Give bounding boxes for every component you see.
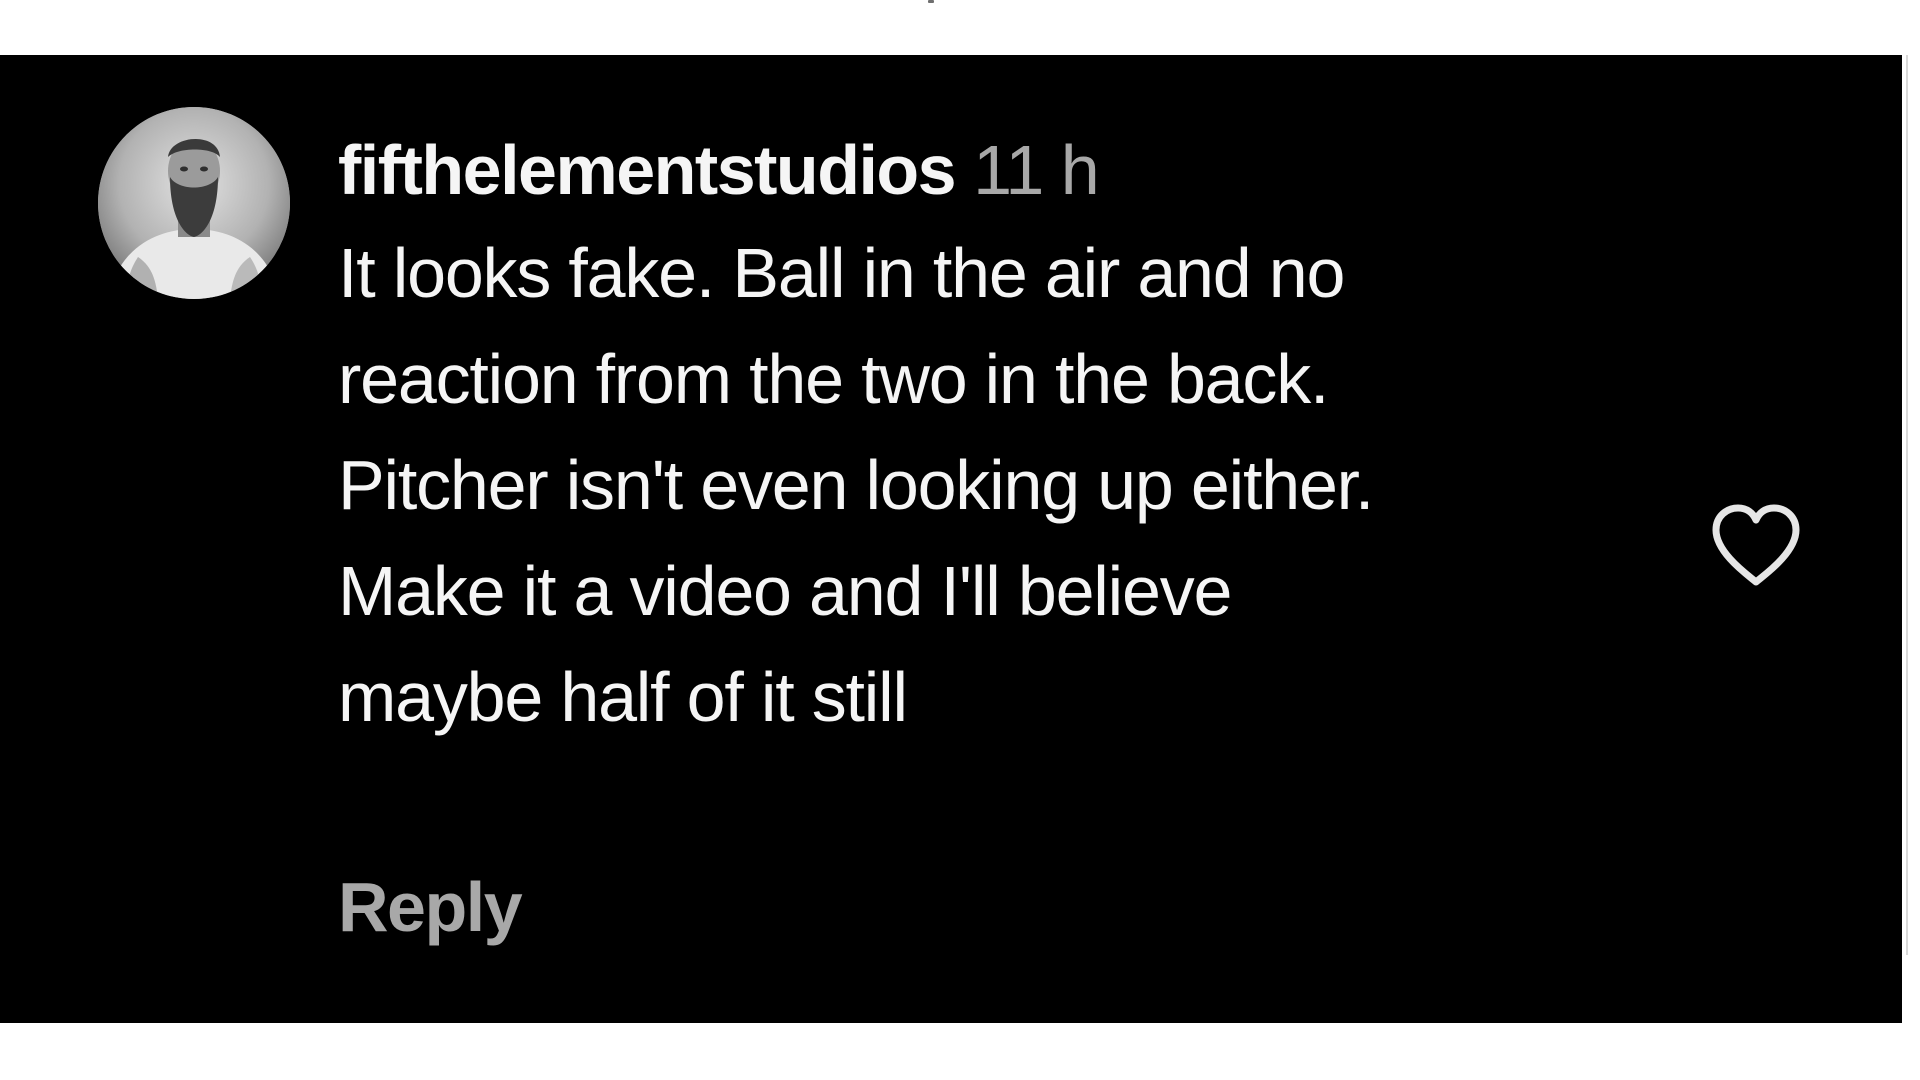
avatar-portrait-image	[98, 107, 290, 299]
scrollbar-line	[1906, 55, 1908, 955]
avatar[interactable]	[98, 107, 290, 299]
like-button[interactable]	[1708, 502, 1804, 590]
comment-text-line: reaction from the two in the back.	[338, 340, 1329, 418]
comment-header: fifthelementstudios 11 h	[338, 120, 1668, 220]
reply-button[interactable]: Reply	[338, 862, 523, 952]
heart-outline-icon	[1712, 504, 1800, 586]
top-edge-mark	[928, 0, 934, 3]
comment-text-line: maybe half of it still	[338, 658, 908, 736]
comment-timestamp: 11 h	[973, 131, 1100, 209]
comment-text-line: It looks fake. Ball in the air and no	[338, 234, 1345, 312]
comment-content: fifthelementstudios 11 h It looks fake. B…	[338, 120, 1668, 750]
comment-text-line: Pitcher isn't even looking up either.	[338, 446, 1374, 524]
comment-text-line: Make it a video and I'll believe	[338, 552, 1232, 630]
scrollbar-track[interactable]	[1902, 55, 1920, 1023]
comment-username[interactable]: fifthelementstudios	[338, 131, 957, 209]
